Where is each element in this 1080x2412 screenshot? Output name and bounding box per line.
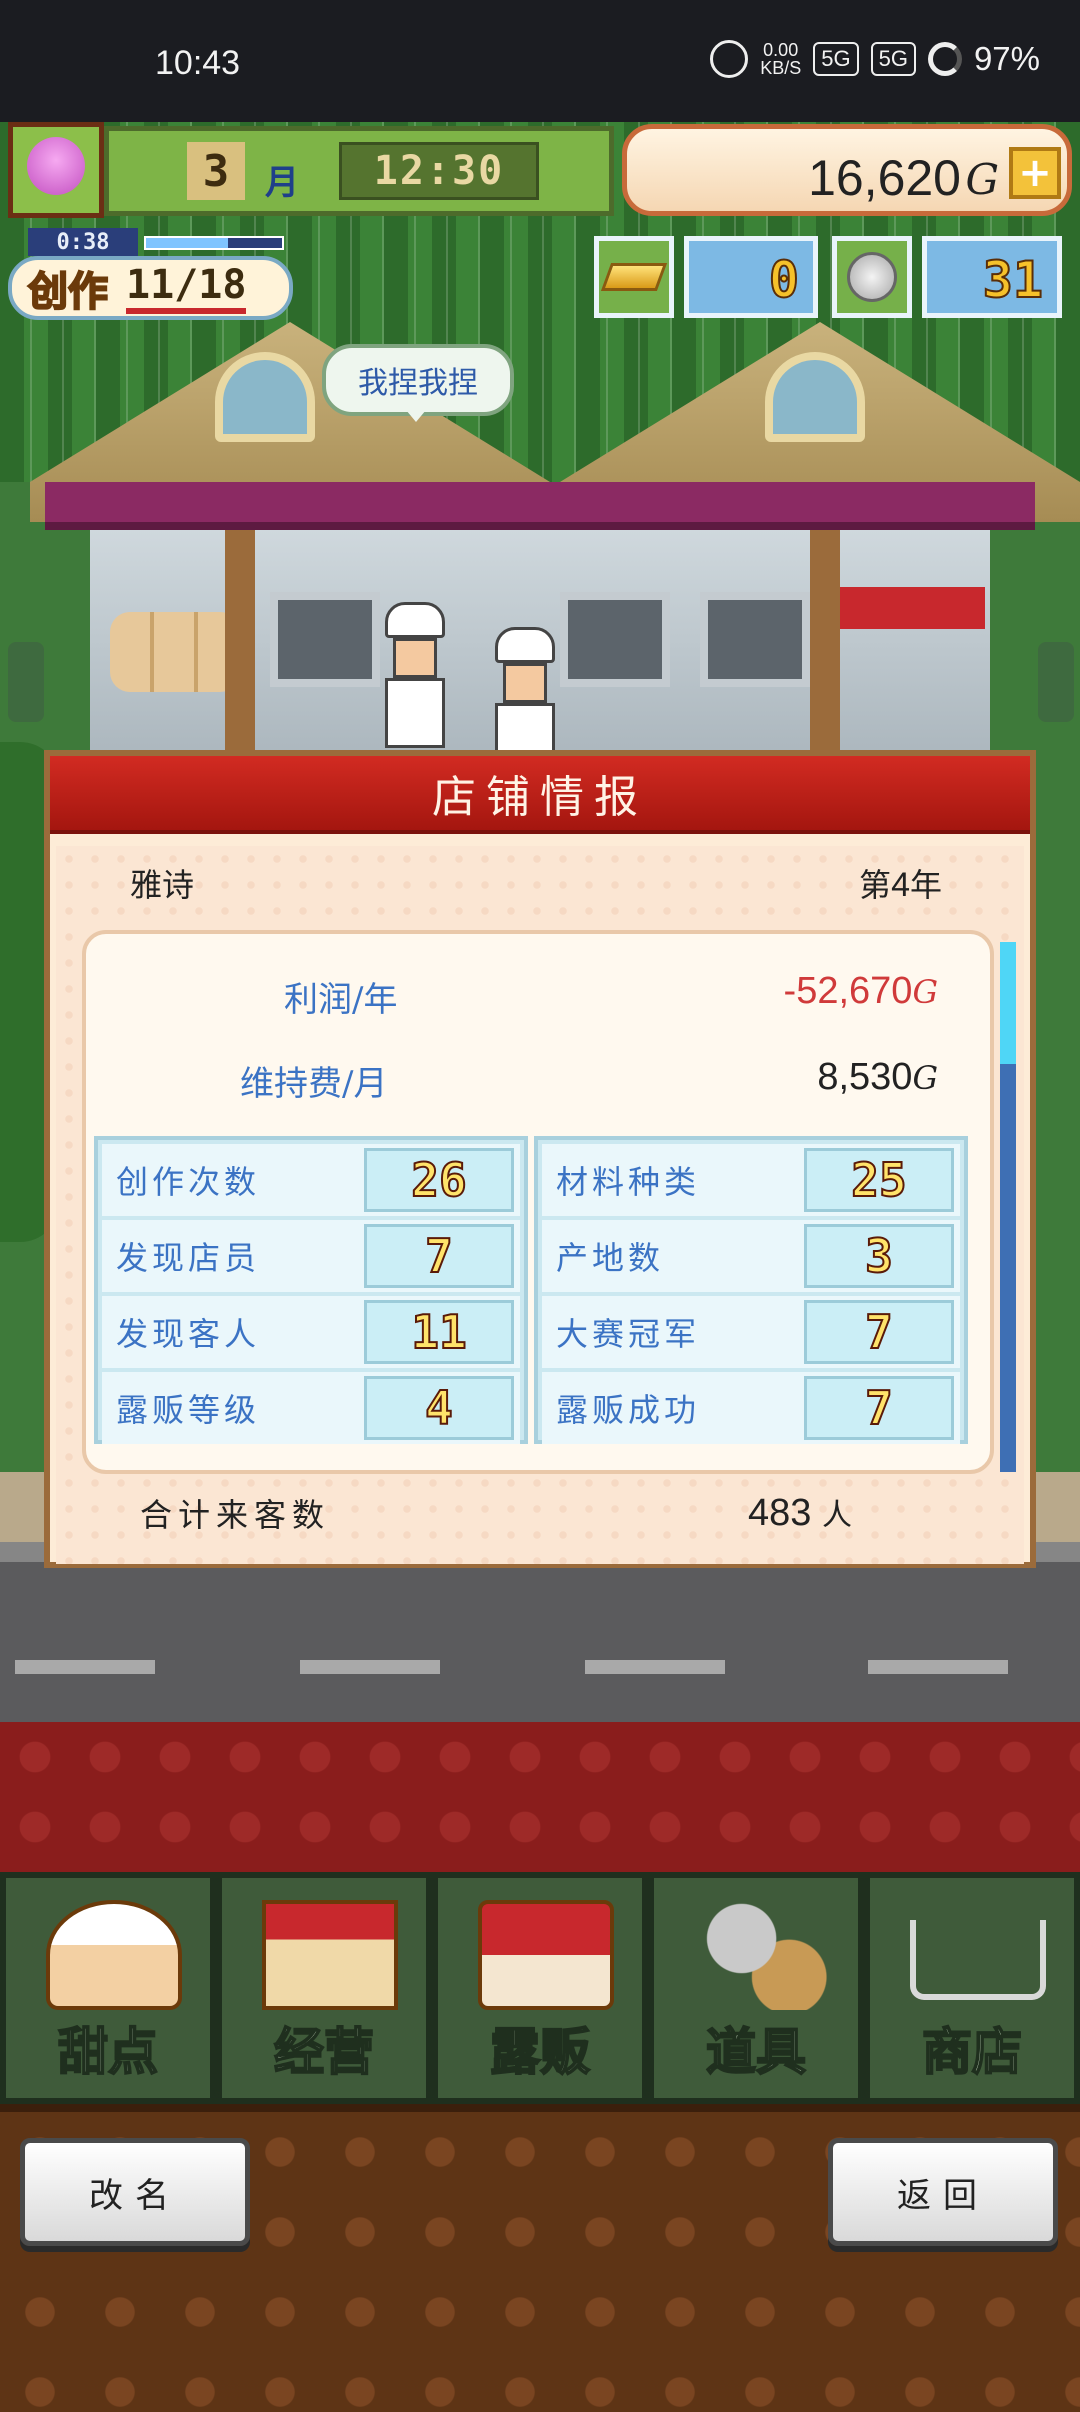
stat-row: 材料种类 25 xyxy=(542,1144,960,1216)
stat-row: 露贩等级 4 xyxy=(102,1372,520,1444)
create-timer: 0:38 xyxy=(28,228,138,256)
stat-row: 露贩成功 7 xyxy=(542,1372,960,1444)
status-bar: 10:43 0.00 KB/S 5G 5G 97% xyxy=(0,0,1080,122)
shop-name: 雅诗 xyxy=(130,866,195,904)
upkeep-value: 8,530G xyxy=(817,1056,938,1098)
menu-store-button[interactable]: 商店 xyxy=(864,1872,1080,2104)
stat-row: 大赛冠军 7 xyxy=(542,1296,960,1368)
menu-items-button[interactable]: 道具 xyxy=(648,1872,864,2104)
oven xyxy=(700,592,810,687)
shop-year: 第4年 xyxy=(859,866,942,904)
stat-row: 发现客人 11 xyxy=(102,1296,520,1368)
alarm-icon xyxy=(710,40,749,78)
net-speed: 0.00 KB/S xyxy=(760,40,802,78)
profit-label: 利润/年 xyxy=(284,980,398,1020)
profit-value: -52,670G xyxy=(783,970,938,1012)
money-panel: 16,620 G + xyxy=(622,124,1072,216)
signal-icon: 5G xyxy=(870,42,916,76)
game-clock: 12:30 xyxy=(339,142,539,200)
money-unit: G xyxy=(965,155,999,204)
signal-icon: 5G xyxy=(813,42,859,76)
speech-bubble: 我捏我捏 xyxy=(322,344,514,422)
bread-shelf xyxy=(110,612,240,692)
stat-row: 创作次数 26 xyxy=(102,1144,520,1216)
back-button[interactable]: 返回 xyxy=(828,2138,1058,2246)
month-label: 月 xyxy=(265,162,299,203)
shop-awning xyxy=(45,482,1035,530)
create-label: 创作 xyxy=(27,268,109,316)
menu-food-truck-button[interactable]: 露贩 xyxy=(432,1872,648,2104)
menu-manage-button[interactable]: 经营 xyxy=(216,1872,432,2104)
create-status[interactable]: 0:38 创作 11/18 xyxy=(8,228,293,320)
dialog-title: 店铺情报 xyxy=(50,756,1030,834)
menu-dessert-button[interactable]: 甜点 xyxy=(0,1872,216,2104)
street-lamp xyxy=(1038,642,1074,722)
stats-grid-left: 创作次数 26 发现店员 7 发现客人 11 露贩等级 4 xyxy=(94,1136,528,1444)
food-truck-icon xyxy=(478,1900,614,2010)
total-visitors-value: 483 人 xyxy=(748,1492,852,1534)
chef-character[interactable] xyxy=(385,602,445,752)
rename-button[interactable]: 改名 xyxy=(20,2138,250,2246)
season-flower-icon[interactable] xyxy=(8,122,104,218)
create-progress-bar xyxy=(144,236,284,250)
cake-icon xyxy=(46,1900,182,2010)
street xyxy=(0,1562,1080,1722)
oven xyxy=(270,592,380,687)
total-visitors-label: 合计来客数 xyxy=(140,1496,331,1534)
add-money-button[interactable]: + xyxy=(1009,147,1061,199)
main-menu: 甜点 经营 露贩 道具 商店 xyxy=(0,1872,1080,2104)
coin-icon xyxy=(832,236,912,318)
shopping-cart-icon xyxy=(910,1920,1046,2000)
battery-icon xyxy=(927,42,962,76)
upkeep-label: 维持费/月 xyxy=(240,1064,388,1104)
oven xyxy=(560,592,670,687)
battery-level: 97% xyxy=(973,40,1040,77)
month-number: 3 xyxy=(187,142,245,200)
coin-counter: 31 xyxy=(922,236,1062,318)
status-time: 10:43 xyxy=(155,44,241,82)
gold-counter: 0 xyxy=(684,236,818,318)
window xyxy=(215,352,315,442)
window xyxy=(765,352,865,442)
street-lamp xyxy=(8,642,44,722)
shop-icon xyxy=(262,1900,398,2010)
stat-row: 产地数 3 xyxy=(542,1220,960,1292)
scrollbar-thumb[interactable] xyxy=(1000,942,1016,1064)
items-icon xyxy=(694,1900,830,2010)
stat-row: 发现店员 7 xyxy=(102,1220,520,1292)
status-indicators: 0.00 KB/S 5G 5G 97% xyxy=(710,40,1040,78)
money-value: 16,620 xyxy=(808,150,961,206)
date-panel: 3 月 12:30 xyxy=(104,126,614,216)
stats-grid-right: 材料种类 25 产地数 3 大赛冠军 7 露贩成功 7 xyxy=(534,1136,968,1444)
create-count: 11/18 xyxy=(126,262,247,314)
gold-bar-icon xyxy=(594,236,674,318)
